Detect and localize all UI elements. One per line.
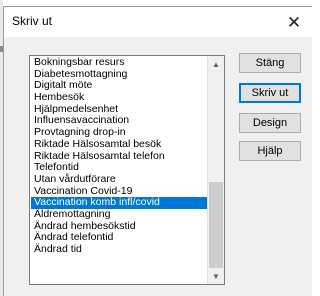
close-icon[interactable]: ✕ bbox=[276, 7, 312, 37]
help-button[interactable]: Hjälp bbox=[239, 141, 301, 161]
list-item[interactable]: Utan vårdutförare bbox=[31, 173, 207, 186]
listbox-items: Bokningsbar resurs Diabetesmottagning Digi… bbox=[31, 56, 207, 256]
list-item[interactable]: Riktade Hälsosamtal besök bbox=[31, 138, 207, 151]
list-item[interactable]: Ändrad tid bbox=[31, 243, 207, 256]
design-button[interactable]: Design bbox=[239, 113, 301, 133]
scrollbar-thumb[interactable] bbox=[209, 181, 223, 268]
list-item[interactable]: Hembesök bbox=[31, 91, 207, 104]
close-button[interactable]: Stäng bbox=[239, 53, 301, 73]
chevron-up-icon[interactable]: ▲ bbox=[208, 56, 224, 72]
report-listbox[interactable]: Bokningsbar resurs Diabetesmottagning Digi… bbox=[29, 55, 225, 285]
list-item[interactable]: Bokningsbar resurs bbox=[31, 56, 207, 69]
print-button[interactable]: Skriv ut bbox=[239, 83, 301, 103]
print-dialog: Skriv ut ✕ Bokningsbar resurs Diabetesmot… bbox=[3, 6, 312, 296]
listbox-scrollbar[interactable]: ▲ ▼ bbox=[207, 56, 224, 284]
list-item[interactable]: Äldremottagning bbox=[31, 208, 207, 221]
title-bar: Skriv ut ✕ bbox=[4, 7, 312, 37]
chevron-down-icon[interactable]: ▼ bbox=[208, 268, 224, 284]
dialog-title: Skriv ut bbox=[12, 14, 53, 28]
